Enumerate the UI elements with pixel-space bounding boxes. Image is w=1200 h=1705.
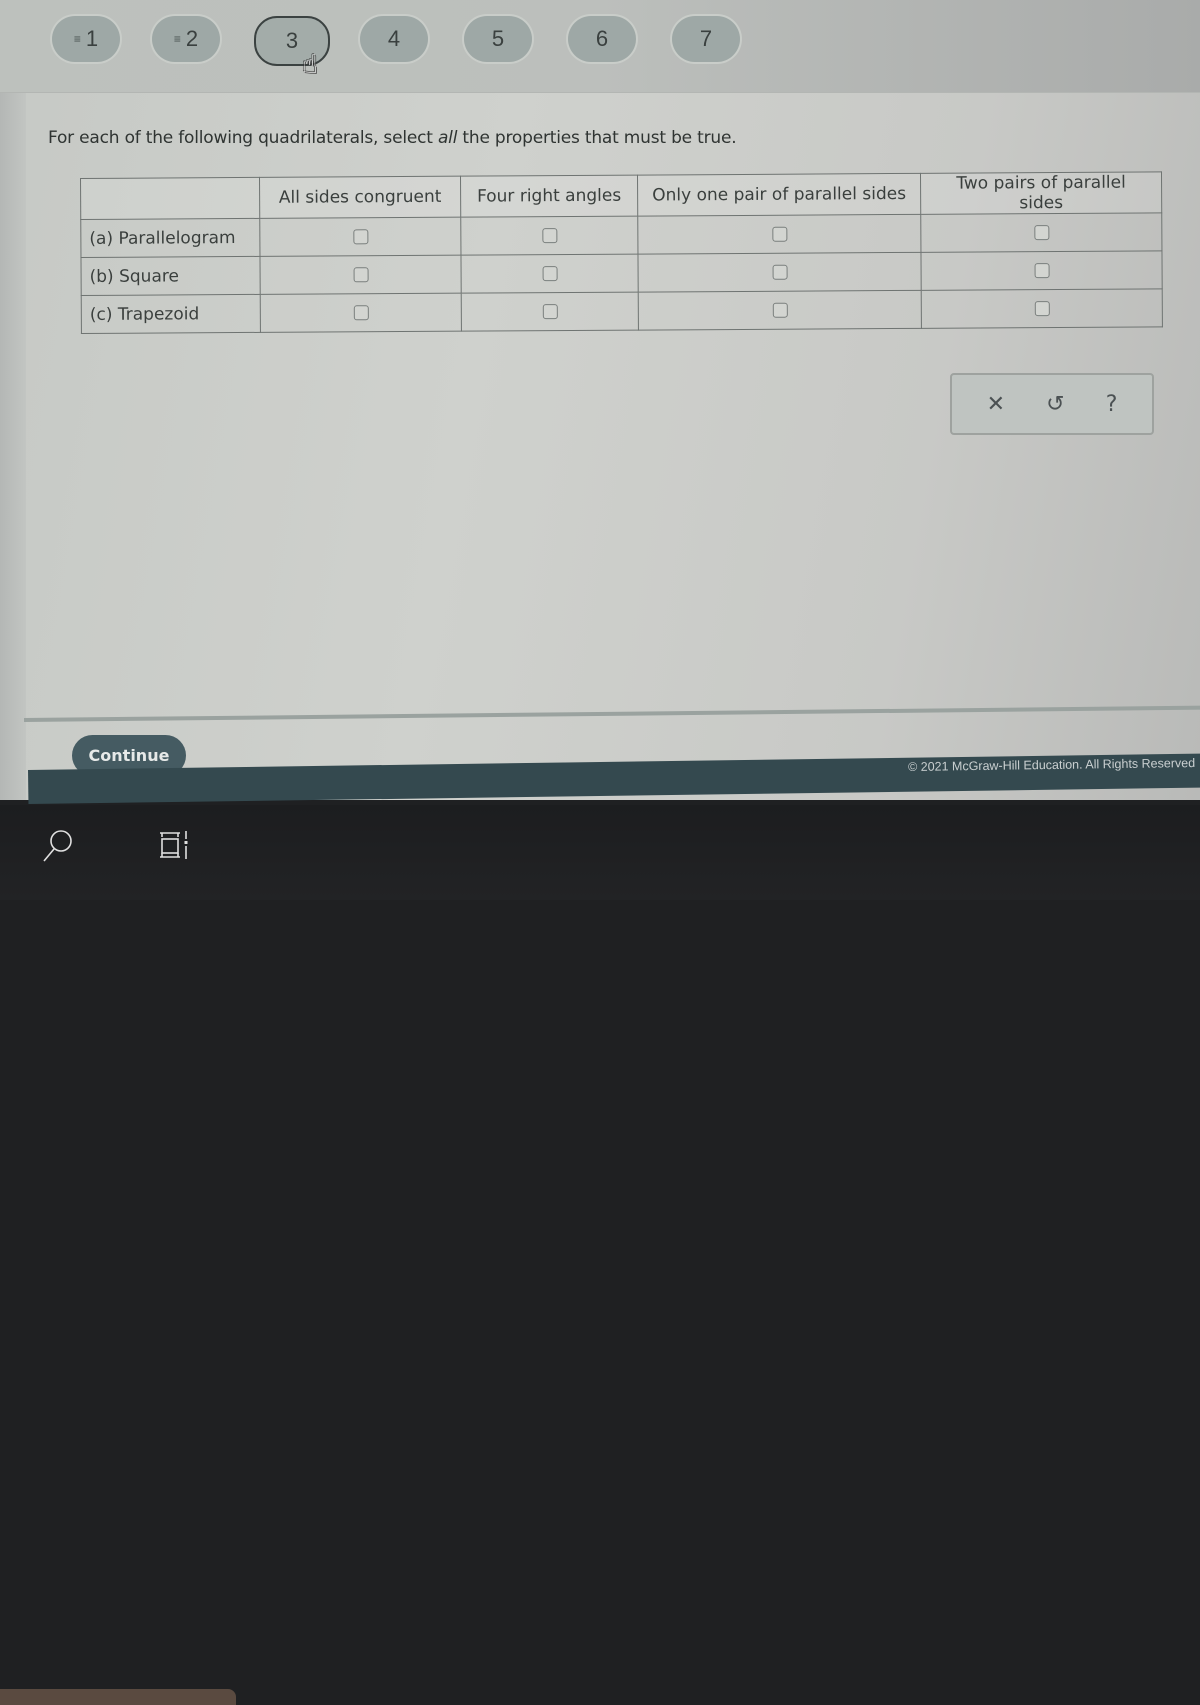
table-cell bbox=[260, 293, 462, 333]
row-label: (b) Square bbox=[80, 256, 261, 296]
checkbox-square-four-right-angles[interactable] bbox=[542, 266, 558, 282]
table-cell bbox=[920, 250, 1163, 291]
checkbox-parallelogram-four-right-angles[interactable] bbox=[541, 228, 557, 244]
checkbox-parallelogram-one-pair-parallel[interactable] bbox=[771, 226, 787, 242]
question-button-4[interactable]: 4 bbox=[360, 16, 428, 62]
undo-icon[interactable]: ↺ bbox=[1046, 392, 1064, 417]
table-cell bbox=[920, 212, 1162, 253]
prompt-text: the properties that must be true. bbox=[457, 128, 737, 148]
table-row: (a) Parallelogram bbox=[80, 212, 1162, 258]
checkbox-square-one-pair-parallel[interactable] bbox=[772, 264, 788, 280]
table-cell bbox=[638, 290, 922, 331]
question-number: 4 bbox=[387, 26, 401, 51]
footer-divider bbox=[24, 705, 1200, 722]
row-label: (c) Trapezoid bbox=[81, 294, 261, 334]
prompt-text: For each of the following quadrilaterals… bbox=[48, 128, 438, 148]
table-cell bbox=[259, 217, 461, 257]
checkbox-parallelogram-two-pairs-parallel[interactable] bbox=[1033, 225, 1049, 241]
checkbox-trapezoid-four-right-angles[interactable] bbox=[542, 304, 558, 320]
question-number: 3 bbox=[285, 28, 299, 53]
column-header: Two pairs of parallel sides bbox=[920, 171, 1162, 215]
question-number: 7 bbox=[699, 26, 713, 51]
table-cell bbox=[460, 254, 639, 294]
table-cell bbox=[460, 216, 638, 256]
question-prompt: For each of the following quadrilaterals… bbox=[48, 128, 737, 148]
checkbox-square-two-pairs-parallel[interactable] bbox=[1034, 263, 1050, 279]
hand-pointer-cursor-icon: ☝ bbox=[302, 50, 318, 80]
prompt-emphasis: all bbox=[437, 128, 458, 148]
answered-lines-icon: ≡ bbox=[173, 32, 181, 46]
checkbox-trapezoid-all-sides-congruent[interactable] bbox=[353, 305, 369, 321]
table-row: (c) Trapezoid bbox=[81, 288, 1163, 334]
checkbox-parallelogram-all-sides-congruent[interactable] bbox=[352, 229, 368, 245]
search-icon[interactable] bbox=[40, 827, 76, 871]
help-icon[interactable]: ? bbox=[1106, 392, 1118, 417]
corner-cell bbox=[80, 177, 260, 220]
answered-lines-icon: ≡ bbox=[73, 32, 81, 46]
table-cell bbox=[461, 292, 639, 332]
question-button-1[interactable]: ≡ 1 bbox=[52, 16, 120, 62]
window-edge bbox=[0, 0, 26, 800]
column-header: Four right angles bbox=[460, 175, 638, 218]
column-header: Only one pair of parallel sides bbox=[637, 173, 921, 217]
table-cell bbox=[637, 252, 922, 293]
question-number: 5 bbox=[491, 26, 505, 51]
task-view-icon[interactable] bbox=[156, 827, 196, 871]
question-button-3[interactable]: 3 bbox=[254, 16, 330, 66]
taskbar-app-tab bbox=[0, 1689, 236, 1705]
table-cell bbox=[259, 255, 462, 295]
os-taskbar bbox=[0, 805, 1200, 1705]
column-header: All sides congruent bbox=[259, 176, 461, 219]
checkbox-trapezoid-two-pairs-parallel[interactable] bbox=[1034, 301, 1050, 317]
table-cell bbox=[637, 214, 921, 255]
checkbox-trapezoid-one-pair-parallel[interactable] bbox=[772, 302, 788, 318]
row-label: (a) Parallelogram bbox=[80, 218, 260, 258]
question-number: 2 bbox=[185, 26, 199, 51]
question-button-5[interactable]: 5 bbox=[464, 16, 532, 62]
question-button-2[interactable]: ≡ 2 bbox=[152, 16, 220, 62]
question-button-7[interactable]: 7 bbox=[672, 16, 740, 62]
table-header-row: All sides congruent Four right angles On… bbox=[80, 171, 1162, 220]
question-navigation: ≡ 1 ≡ 2 3 4 5 6 7 ☝ bbox=[0, 0, 1200, 93]
table-row: (b) Square bbox=[80, 250, 1163, 296]
app-screen: ≡ 1 ≡ 2 3 4 5 6 7 ☝ For each of the foll… bbox=[0, 0, 1200, 804]
question-number: 6 bbox=[595, 26, 609, 51]
question-button-6[interactable]: 6 bbox=[568, 16, 636, 62]
question-number: 1 bbox=[85, 26, 99, 51]
answer-toolbar: ✕ ↺ ? bbox=[950, 373, 1154, 435]
properties-table: All sides congruent Four right angles On… bbox=[80, 171, 1163, 334]
clear-icon[interactable]: ✕ bbox=[987, 392, 1005, 417]
table-cell bbox=[921, 288, 1163, 329]
checkbox-square-all-sides-congruent[interactable] bbox=[353, 267, 369, 283]
